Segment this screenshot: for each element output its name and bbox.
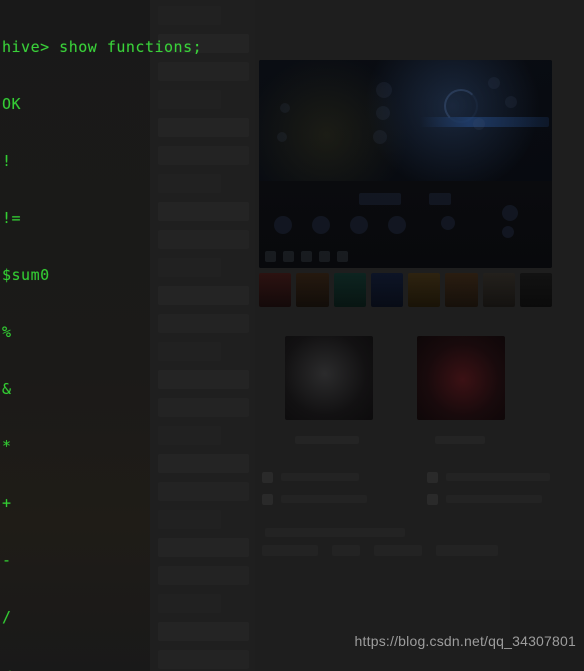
- bullet-icon: [427, 493, 438, 505]
- card[interactable]: [417, 336, 505, 444]
- hero-media-panel[interactable]: [259, 60, 552, 268]
- thumbnail-item[interactable]: [333, 273, 366, 307]
- background-webpage: [0, 0, 584, 671]
- meta-row: [427, 488, 577, 510]
- list-item: [158, 62, 249, 81]
- list-item: [158, 650, 249, 669]
- thumbnail-item[interactable]: [259, 273, 292, 307]
- thumbnail-strip[interactable]: [259, 273, 552, 307]
- fullscreen-icon[interactable]: [337, 251, 348, 262]
- meta-text: [446, 495, 542, 503]
- screenshot-root: hive> show functions; OK ! != $sum0 % & …: [0, 0, 584, 671]
- hero-controls-strip: [259, 180, 552, 268]
- hero-chip: [387, 215, 406, 234]
- meta-wide-bar: [265, 528, 405, 537]
- hero-chip: [428, 192, 451, 205]
- meta-text: [281, 495, 367, 503]
- hero-icon-row[interactable]: [265, 251, 348, 262]
- background-main-column: [255, 0, 584, 671]
- meta-row: [262, 488, 392, 510]
- volume-icon[interactable]: [301, 251, 312, 262]
- list-item: [158, 482, 249, 501]
- pause-icon[interactable]: [283, 251, 294, 262]
- action-button[interactable]: [374, 545, 422, 556]
- list-item: [158, 90, 221, 109]
- list-item: [158, 454, 249, 473]
- list-item: [158, 6, 221, 25]
- list-item: [158, 566, 249, 585]
- list-item: [158, 258, 221, 277]
- list-item: [158, 398, 249, 417]
- thumbnail-item[interactable]: [296, 273, 329, 307]
- card-thumbnail: [417, 336, 505, 420]
- hero-chip: [440, 215, 455, 230]
- meta-row: [262, 466, 392, 488]
- list-item: [158, 538, 249, 557]
- list-item: [158, 342, 221, 361]
- hero-chip: [358, 192, 401, 205]
- list-item: [158, 202, 249, 221]
- list-item: [158, 230, 249, 249]
- meta-row: [427, 466, 577, 488]
- action-button[interactable]: [262, 545, 318, 556]
- meta-text: [446, 473, 550, 481]
- thumbnail-item[interactable]: [519, 273, 552, 307]
- thumbnail-item[interactable]: [408, 273, 441, 307]
- list-item: [158, 426, 221, 445]
- list-item: [158, 34, 249, 53]
- background-left-column: [0, 0, 150, 671]
- card-caption: [435, 436, 485, 444]
- background-footer: [510, 580, 584, 671]
- list-item: [158, 622, 249, 641]
- list-item: [158, 510, 221, 529]
- thumbnail-item[interactable]: [482, 273, 515, 307]
- thumbnail-item[interactable]: [445, 273, 478, 307]
- card-caption: [295, 436, 359, 444]
- card[interactable]: [285, 336, 373, 444]
- action-button-row[interactable]: [262, 545, 574, 556]
- hero-chip: [502, 226, 515, 239]
- hero-chip: [273, 215, 292, 234]
- thumbnail-item[interactable]: [370, 273, 403, 307]
- list-item: [158, 118, 249, 137]
- list-item: [158, 314, 249, 333]
- hero-image: [259, 60, 552, 181]
- bullet-icon: [262, 493, 273, 505]
- list-item: [158, 594, 221, 613]
- list-item: [158, 174, 221, 193]
- meta-column-left: [262, 466, 392, 510]
- list-item: [158, 370, 249, 389]
- watermark-url: https://blog.csdn.net/qq_34307801: [354, 633, 576, 649]
- bullet-icon: [427, 471, 438, 483]
- hero-chip: [349, 215, 368, 234]
- hero-chip: [311, 215, 330, 234]
- list-item: [158, 146, 249, 165]
- list-item: [158, 286, 249, 305]
- action-button[interactable]: [436, 545, 498, 556]
- meta-column-right: [427, 466, 577, 510]
- hero-chip: [502, 205, 519, 222]
- play-icon[interactable]: [265, 251, 276, 262]
- card-thumbnail: [285, 336, 373, 420]
- meta-text: [281, 473, 359, 481]
- action-button[interactable]: [332, 545, 360, 556]
- bullet-icon: [262, 471, 273, 483]
- settings-icon[interactable]: [319, 251, 330, 262]
- background-list-column: [150, 0, 255, 671]
- card-grid: [265, 336, 575, 444]
